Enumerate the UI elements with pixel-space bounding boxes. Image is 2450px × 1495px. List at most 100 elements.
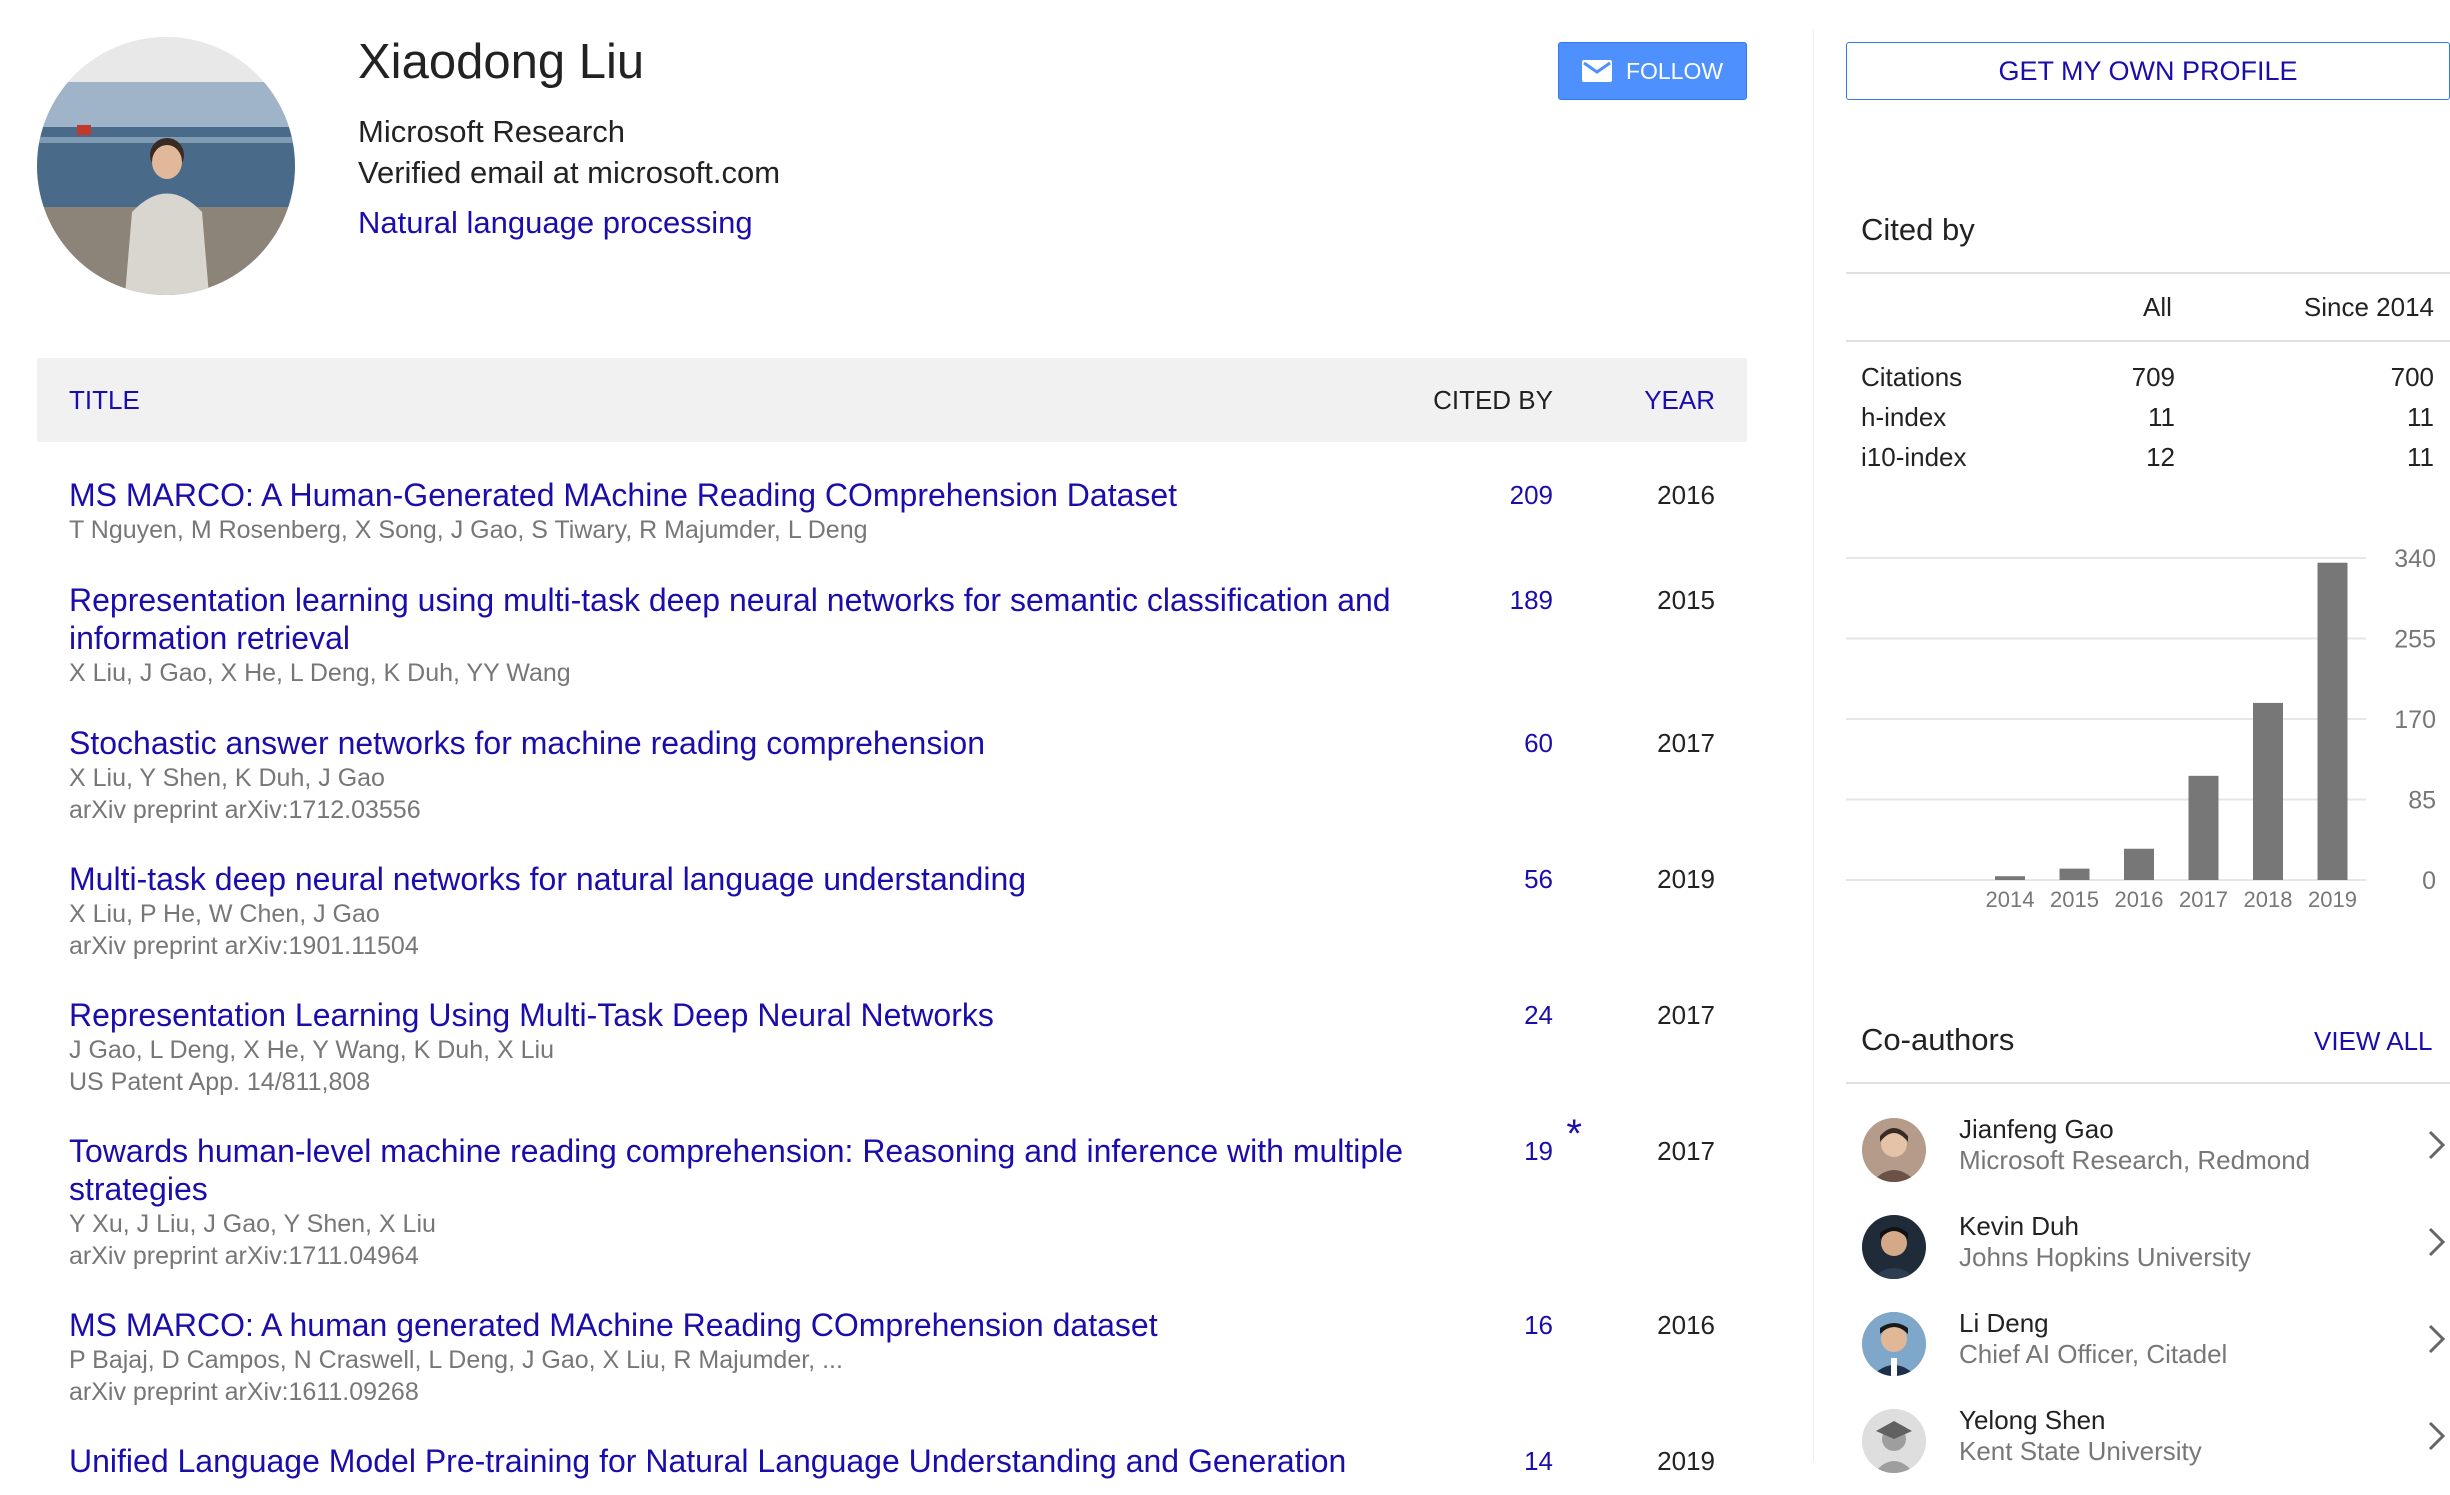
- publication-title[interactable]: Stochastic answer networks for machine r…: [69, 724, 1439, 762]
- divider: [1846, 272, 2450, 274]
- publication-title[interactable]: Representation Learning Using Multi-Task…: [69, 996, 1439, 1034]
- col-since-header: Since 2014: [2303, 292, 2434, 322]
- profile-photo: [37, 37, 295, 295]
- col-all-header: All: [2143, 292, 2172, 322]
- coauthor-item[interactable]: Li Deng Chief AI Officer, Citadel: [1846, 1302, 2450, 1398]
- profile-email: Verified email at microsoft.com: [358, 155, 781, 190]
- table-row: Representation learning using multi-task…: [37, 581, 1747, 689]
- cited-count[interactable]: 19: [1524, 1132, 1553, 1170]
- cited-count[interactable]: 24: [1524, 996, 1553, 1034]
- cited-count[interactable]: 56: [1524, 860, 1553, 898]
- publication-authors: Y Xu, J Liu, J Gao, Y Shen, X Liu: [69, 1210, 436, 1238]
- table-row: MS MARCO: A human generated MAchine Read…: [37, 1306, 1747, 1408]
- citation-bar-2015[interactable]: [2059, 868, 2090, 880]
- table-row: Stochastic answer networks for machine r…: [37, 724, 1747, 826]
- coauthor-name: Jianfeng Gao: [1959, 1114, 2114, 1144]
- cited-count[interactable]: 209: [1510, 476, 1553, 514]
- stat-all-i10-index: 12: [2146, 442, 2175, 472]
- stat-label-citations[interactable]: Citations: [1861, 362, 1962, 393]
- coauthor-name: Yelong Shen: [1959, 1405, 2106, 1435]
- chevron-right-icon: [2426, 1225, 2448, 1264]
- x-tick-label: 2015: [2050, 887, 2099, 912]
- stat-label-i10-index[interactable]: i10-index: [1861, 442, 1967, 473]
- sort-title-header[interactable]: TITLE: [69, 358, 140, 442]
- profile-affiliation: Microsoft Research: [358, 114, 626, 149]
- cited-by-title: Cited by: [1861, 212, 1975, 247]
- column-divider: [1813, 30, 1814, 1462]
- citation-bar-2017[interactable]: [2188, 775, 2219, 880]
- publication-year: 2017: [1657, 728, 1715, 758]
- divider: [1846, 340, 2450, 342]
- publication-year: 2016: [1657, 480, 1715, 510]
- coauthor-item[interactable]: Jianfeng Gao Microsoft Research, Redmond: [1846, 1108, 2450, 1204]
- table-header: TITLE CITED BY YEAR: [37, 358, 1747, 442]
- avatar: [1862, 1118, 1926, 1182]
- stat-since-citations: 700: [2390, 362, 2434, 392]
- publication-title[interactable]: Representation learning using multi-task…: [69, 581, 1439, 657]
- citations-per-year-chart: 0 85 170 255 340 2014 2015 2016 2017 2018 2019: [1846, 545, 2436, 912]
- publication-title[interactable]: MS MARCO: A Human-Generated MAchine Read…: [69, 476, 1439, 514]
- citation-bar-2014[interactable]: [1995, 876, 2025, 880]
- chevron-right-icon: [2426, 1128, 2448, 1167]
- publication-authors: X Liu, Y Shen, K Duh, J Gao: [69, 764, 385, 792]
- table-row: Unified Language Model Pre-training for …: [37, 1442, 1747, 1480]
- stat-all-h-index: 11: [2148, 402, 2175, 432]
- publication-venue: arXiv preprint arXiv:1712.03556: [69, 796, 421, 824]
- citation-bar-2018[interactable]: [2253, 702, 2283, 880]
- publication-title[interactable]: Unified Language Model Pre-training for …: [69, 1442, 1439, 1480]
- publication-title[interactable]: MS MARCO: A human generated MAchine Read…: [69, 1306, 1439, 1344]
- y-tick-label: 340: [2394, 545, 2436, 573]
- publication-year: 2019: [1657, 1446, 1715, 1476]
- view-all-coauthors-link[interactable]: VIEW ALL: [2314, 1026, 2433, 1057]
- default-avatar-icon: [1862, 1409, 1926, 1473]
- coauthor-name: Li Deng: [1959, 1308, 2049, 1338]
- publication-year: 2015: [1657, 585, 1715, 615]
- cited-count[interactable]: 14: [1524, 1442, 1553, 1480]
- cited-count[interactable]: 189: [1510, 581, 1553, 619]
- publication-year: 2016: [1657, 1310, 1715, 1340]
- publication-title[interactable]: Towards human-level machine reading comp…: [69, 1132, 1439, 1208]
- cited-count[interactable]: 16: [1524, 1306, 1553, 1344]
- stat-since-h-index: 11: [2407, 402, 2434, 432]
- x-tick-label: 2016: [2115, 887, 2164, 912]
- y-tick-label: 170: [2394, 706, 2436, 734]
- publication-year: 2019: [1657, 864, 1715, 894]
- publication-list: MS MARCO: A Human-Generated MAchine Read…: [37, 442, 1747, 1480]
- sort-year-header[interactable]: YEAR: [1644, 358, 1715, 442]
- stat-since-i10-index: 11: [2407, 442, 2434, 472]
- table-row: Towards human-level machine reading comp…: [37, 1112, 1747, 1272]
- divider: [1846, 1082, 2450, 1084]
- research-interest-link[interactable]: Natural language processing: [358, 205, 753, 241]
- cited-count[interactable]: 60: [1524, 724, 1553, 762]
- get-my-own-profile-button[interactable]: GET MY OWN PROFILE: [1846, 42, 2450, 100]
- coauthor-affiliation: Johns Hopkins University: [1959, 1242, 2251, 1272]
- table-row: MS MARCO: A Human-Generated MAchine Read…: [37, 476, 1747, 546]
- follow-button[interactable]: FOLLOW: [1558, 42, 1747, 100]
- chevron-right-icon: [2426, 1322, 2448, 1361]
- chevron-right-icon: [2426, 1419, 2448, 1458]
- stat-all-citations: 709: [2131, 362, 2175, 392]
- table-row: Representation Learning Using Multi-Task…: [37, 996, 1747, 1098]
- coauthor-name: Kevin Duh: [1959, 1211, 2079, 1241]
- x-tick-label: 2018: [2244, 887, 2293, 912]
- x-tick-label: 2014: [1986, 887, 2035, 912]
- coauthors-title: Co-authors: [1861, 1022, 2015, 1057]
- x-tick-label: 2017: [2179, 887, 2228, 912]
- publication-authors: X Liu, P He, W Chen, J Gao: [69, 900, 380, 928]
- profile-name: Xiaodong Liu: [358, 35, 645, 89]
- citation-bar-2019[interactable]: [2317, 562, 2348, 880]
- table-row: Multi-task deep neural networks for natu…: [37, 860, 1747, 962]
- stat-label-h-index[interactable]: h-index: [1861, 402, 1946, 433]
- coauthor-item[interactable]: Kevin Duh Johns Hopkins University: [1846, 1205, 2450, 1301]
- publication-authors: J Gao, L Deng, X He, Y Wang, K Duh, X Li…: [69, 1036, 554, 1064]
- citation-bar-2016[interactable]: [2124, 848, 2154, 880]
- publication-venue: arXiv preprint arXiv:1711.04964: [69, 1242, 419, 1270]
- coauthor-item[interactable]: Yelong Shen Kent State University: [1846, 1399, 2450, 1495]
- publication-venue: arXiv preprint arXiv:1901.11504: [69, 932, 419, 960]
- publication-title[interactable]: Multi-task deep neural networks for natu…: [69, 860, 1439, 898]
- coauthor-affiliation: Kent State University: [1959, 1436, 2202, 1466]
- merged-citation-star: *: [1566, 1112, 1582, 1156]
- x-tick-label: 2019: [2308, 887, 2357, 912]
- sort-cited-header[interactable]: CITED BY: [1433, 358, 1553, 442]
- publication-authors: P Bajaj, D Campos, N Craswell, L Deng, J…: [69, 1346, 843, 1374]
